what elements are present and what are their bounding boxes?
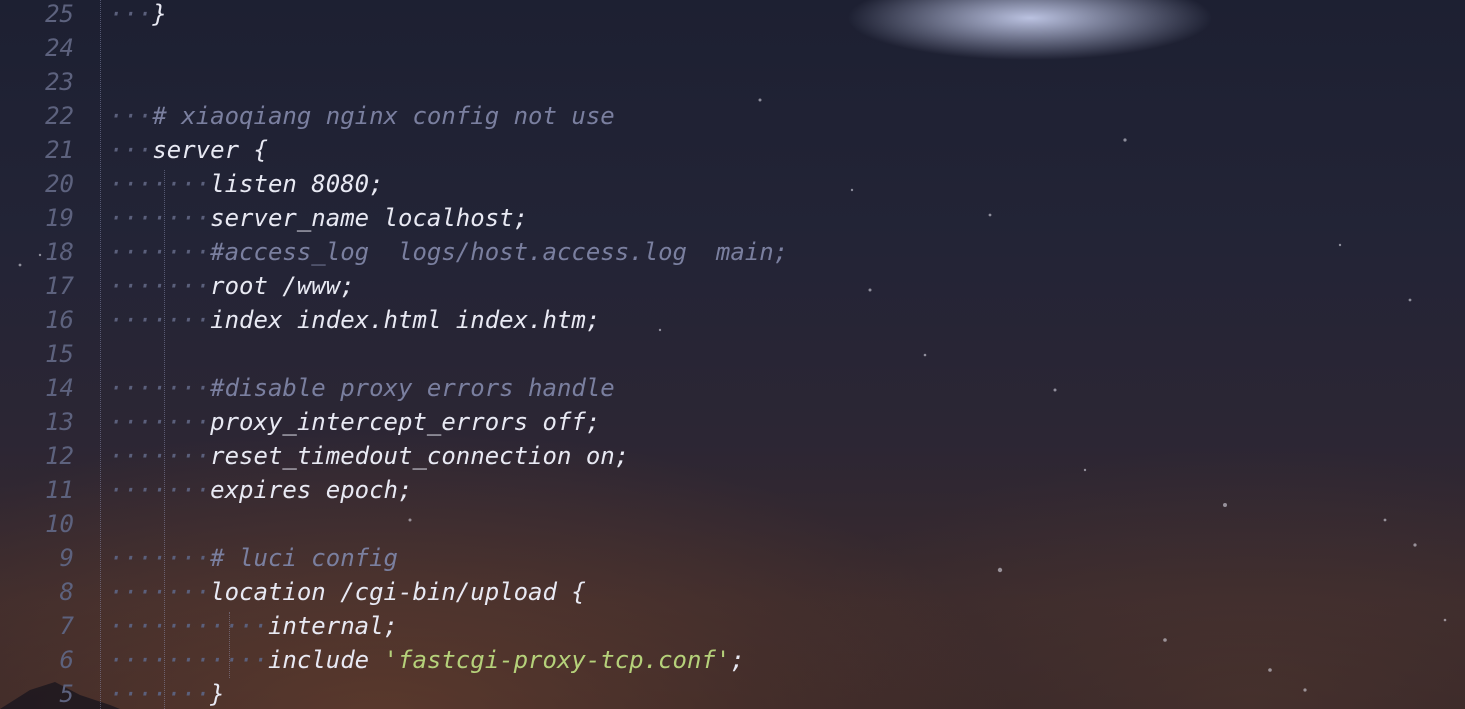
line-number: 9 [59,544,74,572]
whitespace-marker: ······· [109,238,211,266]
code-text: root /www; [210,272,355,300]
whitespace-marker: ······· [109,306,211,334]
line-number: 8 [59,578,74,606]
line-number: 18 [45,238,74,266]
code-line[interactable]: 9 ······· # luci config [0,541,1465,575]
code-text: } [210,680,225,708]
whitespace-marker: ··········· [109,646,268,674]
whitespace-marker: ······· [109,204,211,232]
line-number: 10 [45,510,74,538]
whitespace-marker: ······· [109,170,211,198]
whitespace-marker: ······· [109,442,211,470]
code-line[interactable]: 8 ······· location /cgi-bin/upload { [0,575,1465,609]
code-line[interactable]: 13 ······· proxy_intercept_errors off; [0,405,1465,439]
code-line[interactable]: 19 ······· server_name localhost; [0,201,1465,235]
whitespace-marker: ······· [109,374,211,402]
line-number: 12 [45,442,74,470]
whitespace-marker: ······· [109,578,211,606]
whitespace-marker: ··········· [109,612,268,640]
code-line[interactable]: 21 ··· server { [0,133,1465,167]
code-comment: # xiaoqiang nginx config not use [152,102,615,130]
line-number: 25 [45,0,74,28]
whitespace-marker: ······· [109,476,211,504]
line-number: 7 [59,612,74,640]
code-line[interactable]: 20 ······· listen 8080; [0,167,1465,201]
code-comment: #disable proxy errors handle [210,374,615,402]
line-number: 5 [59,680,74,708]
whitespace-marker: ······· [109,680,211,708]
code-string: 'fastcgi-proxy-tcp.conf' [383,646,731,674]
code-text: listen 8080; [210,170,384,198]
line-number: 15 [45,340,74,368]
code-line[interactable]: 7 ··········· internal; [0,609,1465,643]
code-line[interactable]: 11 ······· expires epoch; [0,473,1465,507]
whitespace-marker: ······· [109,272,211,300]
code-text: server_name localhost; [210,204,529,232]
code-line[interactable]: 25 ···} [0,0,1465,31]
whitespace-marker: ······· [109,544,211,572]
line-number: 22 [45,102,74,130]
whitespace-marker: ··· [109,136,153,164]
line-number: 16 [45,306,74,334]
code-text: include [267,646,384,674]
line-number: 20 [45,170,74,198]
code-text: proxy_intercept_errors off; [210,408,601,436]
whitespace-marker: ······· [109,408,211,436]
code-editor[interactable]: 25 ···} 24 23 22 ··· # xiaoqiang nginx config … [0,0,1465,709]
line-number: 24 [45,34,74,62]
code-line[interactable]: 15 [0,337,1465,371]
line-number: 11 [45,476,74,504]
code-line[interactable]: 17 ······· root /www; [0,269,1465,303]
code-text: location /cgi-bin/upload { [210,578,586,606]
code-line[interactable]: 10 [0,507,1465,541]
code-comment: #access_log logs/host.access.log main; [210,238,789,266]
code-text: internal; [267,612,398,640]
whitespace-marker: ··· [109,102,153,130]
code-comment: # luci config [210,544,398,572]
line-number: 23 [45,68,74,96]
code-text: server { [152,136,268,164]
code-text: } [152,0,167,28]
code-line[interactable]: 23 [0,65,1465,99]
code-line[interactable]: 18 ······· #access_log logs/host.access.lo… [0,235,1465,269]
code-line[interactable]: 16 ······· index index.html index.htm; [0,303,1465,337]
code-line[interactable]: 22 ··· # xiaoqiang nginx config not use [0,99,1465,133]
line-number: 14 [45,374,74,402]
code-line[interactable]: 5 ·······} [0,677,1465,709]
code-line[interactable]: 24 [0,31,1465,65]
code-line[interactable]: 6 ··········· include 'fastcgi-proxy-tcp.c… [0,643,1465,677]
line-number: 19 [45,204,74,232]
whitespace-marker: ··· [109,0,153,28]
line-number: 13 [45,408,74,436]
line-number: 17 [45,272,74,300]
line-number: 6 [59,646,74,674]
code-line[interactable]: 14 ······· #disable proxy errors handle [0,371,1465,405]
code-text: index index.html index.htm; [210,306,601,334]
code-line[interactable]: 12 ······· reset_timedout_connection on; [0,439,1465,473]
code-text: expires epoch; [210,476,413,504]
line-number: 21 [45,136,74,164]
code-text: ; [730,646,745,674]
code-text: reset_timedout_connection on; [210,442,630,470]
